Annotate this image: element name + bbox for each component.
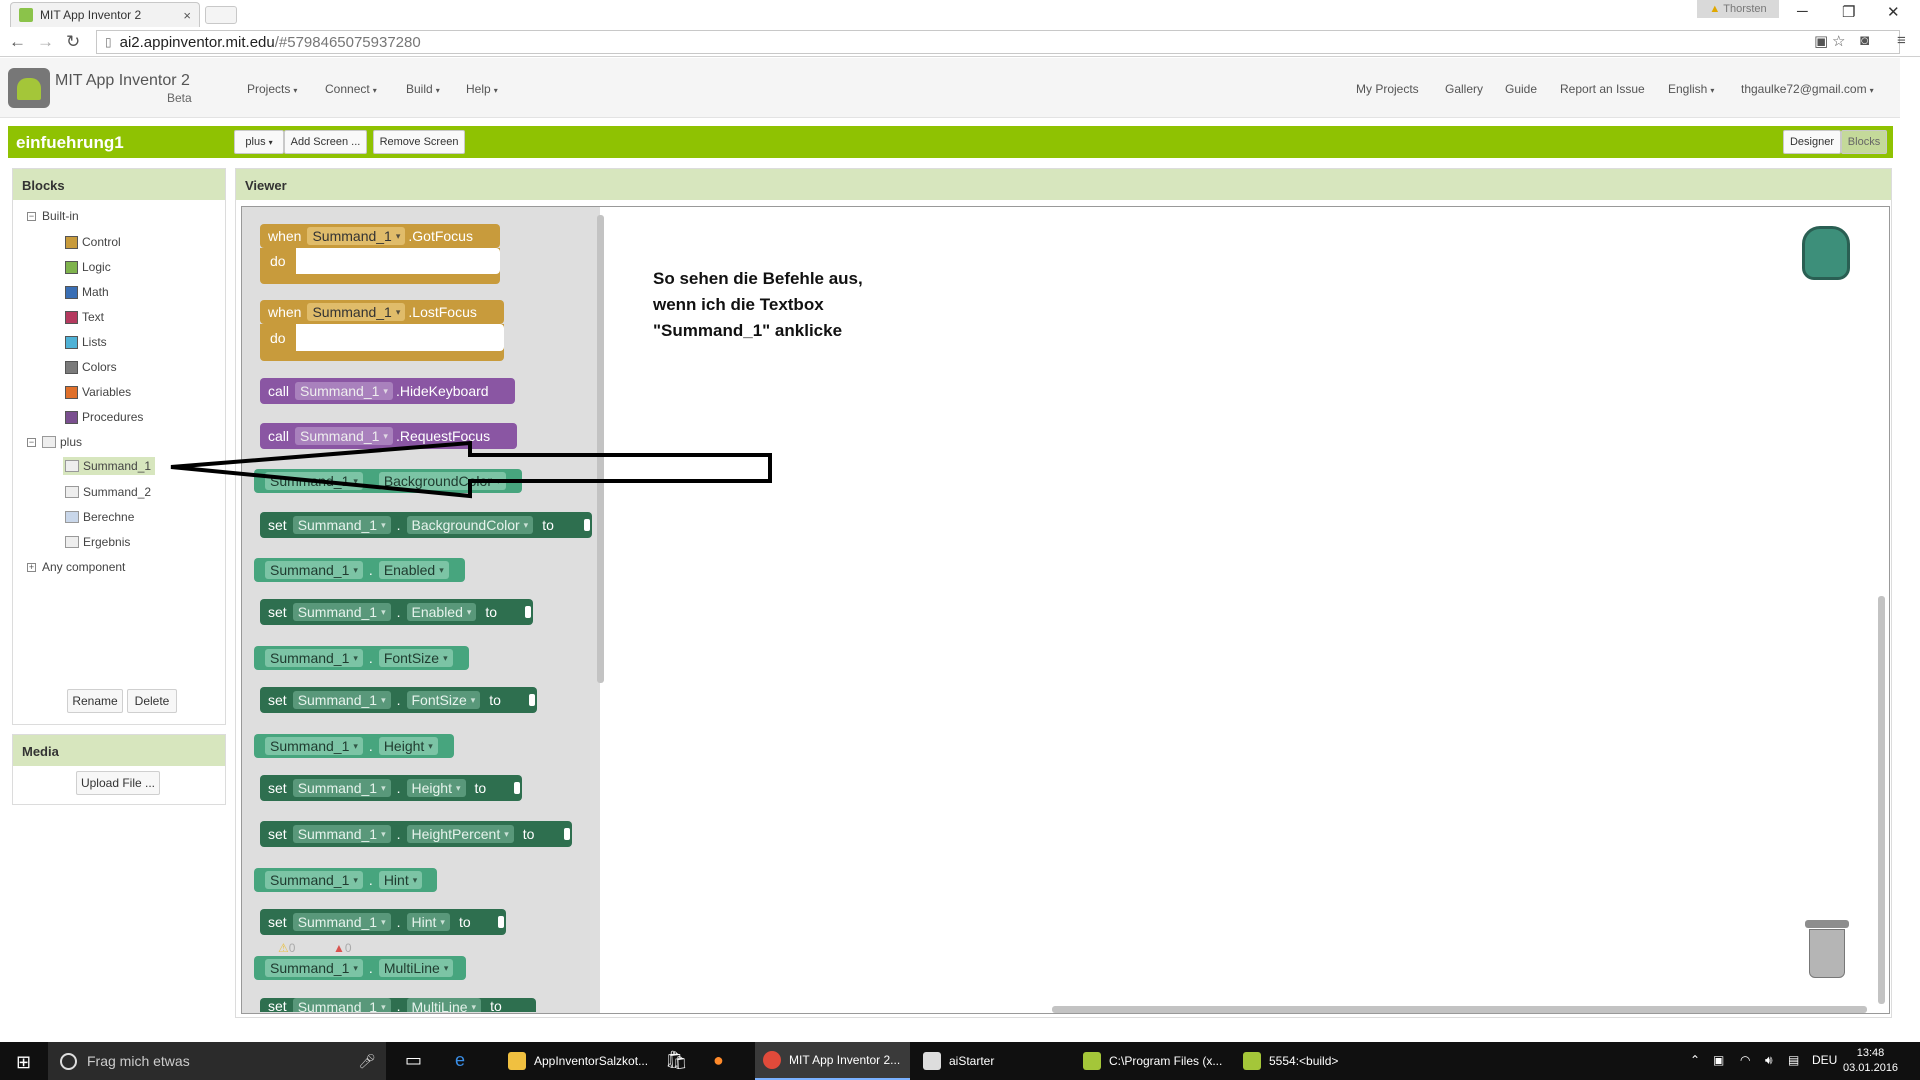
- chrome-icon: [763, 1051, 781, 1069]
- notification-icon[interactable]: ▤: [1788, 1053, 1799, 1067]
- wifi-icon[interactable]: ◠: [1740, 1053, 1750, 1067]
- windows-start-icon[interactable]: ⊞: [16, 1052, 31, 1073]
- taskbar-item-chrome[interactable]: MIT App Inventor 2...: [755, 1042, 910, 1080]
- edge-icon[interactable]: e: [455, 1050, 465, 1071]
- clock-time: 13:48: [1856, 1047, 1885, 1059]
- taskbar-item-explorer[interactable]: AppInventorSalzkot...: [500, 1042, 650, 1080]
- android-icon: [1243, 1052, 1261, 1070]
- trash-icon[interactable]: [1805, 920, 1849, 978]
- cortana-icon: [60, 1052, 77, 1070]
- annotation-note: So sehen die Befehle aus, wenn ich die T…: [653, 269, 863, 340]
- taskbar-item-program-files[interactable]: C:\Program Files (x...: [1075, 1042, 1230, 1080]
- store-icon[interactable]: 🛍︎: [665, 1050, 688, 1071]
- taskbar-item-emulator[interactable]: 5554:<build>: [1235, 1042, 1390, 1080]
- microphone-icon[interactable]: 🎤︎: [358, 1053, 376, 1070]
- android-icon: [1083, 1052, 1101, 1070]
- taskbar-item-aistarter[interactable]: aiStarter: [915, 1042, 1070, 1080]
- cortana-search[interactable]: Frag mich etwas 🎤︎: [48, 1042, 386, 1080]
- folder-icon: [508, 1052, 526, 1070]
- tray-chevron-icon[interactable]: ⌃: [1690, 1053, 1700, 1067]
- search-placeholder: Frag mich etwas: [87, 1053, 190, 1069]
- annotation-arrow: [170, 440, 772, 499]
- volume-icon[interactable]: 🔊︎: [1765, 1053, 1773, 1068]
- clock-date: 03.01.2016: [1843, 1062, 1899, 1074]
- system-clock[interactable]: 13:48 03.01.2016: [1843, 1046, 1898, 1076]
- windows-taskbar: ⊞ Frag mich etwas 🎤︎ ▭ e AppInventorSalz…: [0, 1042, 1920, 1080]
- tray-network-adapter-icon[interactable]: ▣: [1713, 1053, 1724, 1067]
- firefox-icon[interactable]: ●: [713, 1050, 724, 1071]
- backpack-icon[interactable]: [1802, 226, 1850, 280]
- console-icon: [923, 1052, 941, 1070]
- input-language[interactable]: DEU: [1812, 1053, 1837, 1067]
- task-view-icon[interactable]: ▭: [405, 1050, 422, 1071]
